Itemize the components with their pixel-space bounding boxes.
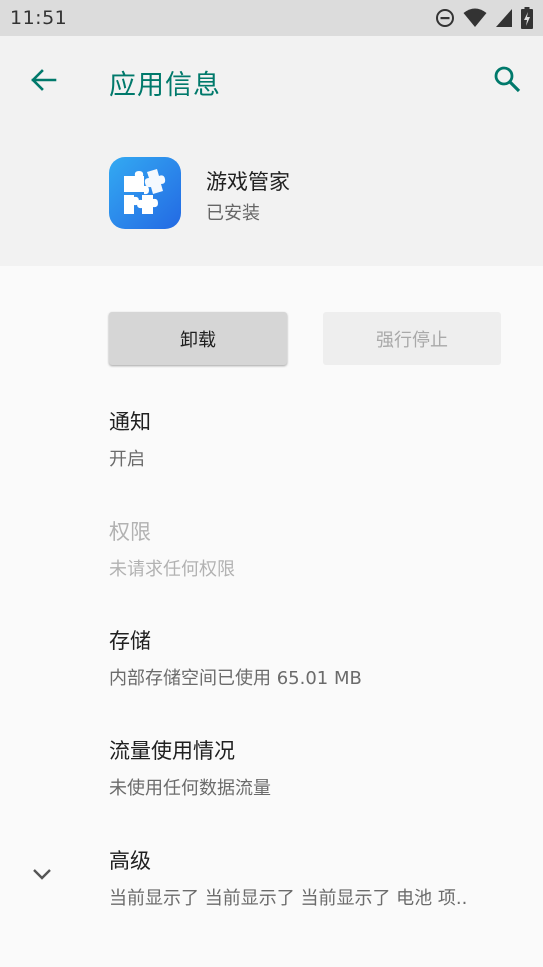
item-title: 流量使用情况 xyxy=(109,739,235,763)
notifications-item[interactable]: 通知 开启 xyxy=(109,406,151,471)
app-name: 游戏管家 xyxy=(206,170,290,194)
item-title: 权限 xyxy=(109,520,151,544)
item-title: 存储 xyxy=(109,629,151,653)
item-subtitle: 当前显示了 当前显示了 当前显示了 电池 项.. xyxy=(109,888,468,909)
permissions-item[interactable]: 权限 未请求任何权限 xyxy=(109,516,235,581)
storage-item[interactable]: 存储 内部存储空间已使用 65.01 MB xyxy=(109,625,362,690)
force-stop-button[interactable]: 强行停止 xyxy=(323,312,501,365)
puzzle-app-icon xyxy=(109,157,181,229)
status-time: 11:51 xyxy=(10,7,68,29)
app-info-header: 应用信息 游戏管家 已安装 xyxy=(0,36,543,266)
back-button[interactable] xyxy=(24,63,62,101)
page-title: 应用信息 xyxy=(109,70,221,101)
item-subtitle: 未使用任何数据流量 xyxy=(109,778,271,799)
chevron-down-icon[interactable] xyxy=(30,862,54,886)
advanced-item[interactable]: 高级 当前显示了 当前显示了 当前显示了 电池 项.. xyxy=(109,845,467,910)
status-icons xyxy=(435,7,533,29)
wifi-icon xyxy=(463,8,487,28)
cell-signal-icon xyxy=(495,8,513,28)
back-arrow-icon xyxy=(29,66,57,98)
item-subtitle: 未请求任何权限 xyxy=(109,559,235,580)
data-usage-item[interactable]: 流量使用情况 未使用任何数据流量 xyxy=(109,735,271,800)
item-title: 高级 xyxy=(109,849,151,873)
item-title: 通知 xyxy=(109,410,151,434)
search-icon xyxy=(493,65,521,97)
app-install-status: 已安装 xyxy=(206,203,260,224)
status-bar: 11:51 xyxy=(0,0,543,36)
battery-charging-icon xyxy=(521,7,533,29)
item-subtitle: 内部存储空间已使用 65.01 MB xyxy=(109,668,362,689)
search-button[interactable] xyxy=(487,61,527,101)
uninstall-button[interactable]: 卸载 xyxy=(109,312,287,365)
item-subtitle: 开启 xyxy=(109,449,145,470)
do-not-disturb-icon xyxy=(435,8,455,28)
